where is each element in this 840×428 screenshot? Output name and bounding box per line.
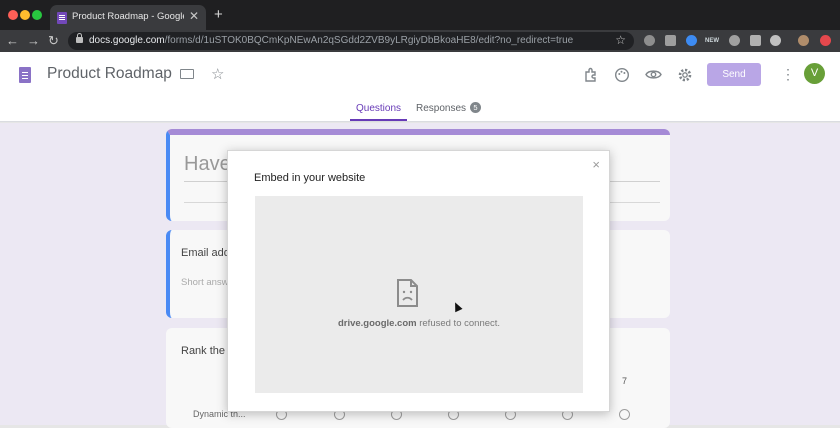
avatar[interactable]: V bbox=[804, 63, 825, 84]
mail-extension-icon[interactable] bbox=[665, 35, 676, 46]
minimize-window-button[interactable] bbox=[20, 10, 30, 20]
eye-icon[interactable] bbox=[645, 68, 662, 81]
error-host: drive.google.com bbox=[337, 318, 417, 329]
browser-tab[interactable]: Product Roadmap - Google Forms ✕ bbox=[50, 5, 206, 30]
record-extension-icon[interactable] bbox=[770, 35, 781, 46]
extension-icon[interactable] bbox=[729, 35, 740, 46]
tab-close-icon[interactable]: ✕ bbox=[189, 9, 199, 23]
error-text: refused to connect. bbox=[416, 318, 501, 329]
forms-header: Product Roadmap ☆ Send ⋮ V Questions Res… bbox=[0, 52, 840, 122]
gear-icon[interactable] bbox=[677, 67, 693, 83]
tab-questions[interactable]: Questions bbox=[356, 103, 401, 114]
new-tab-button[interactable]: + bbox=[214, 6, 223, 23]
puzzle-icon[interactable] bbox=[583, 67, 599, 83]
alert-extension-icon[interactable] bbox=[820, 35, 831, 46]
close-window-button[interactable] bbox=[8, 10, 18, 20]
url-text: docs.google.com/forms/d/1uSTOK0BQCmKpNEw… bbox=[89, 35, 573, 46]
more-options-icon[interactable]: ⋮ bbox=[781, 66, 795, 83]
scale-label-7: 7 bbox=[622, 376, 628, 386]
responses-count-badge: 5 bbox=[470, 102, 481, 113]
embed-dialog: × Embed in your website drive.google.com… bbox=[227, 150, 610, 412]
palette-icon[interactable] bbox=[614, 67, 630, 83]
browser-tab-bar: Product Roadmap - Google Forms ✕ + bbox=[0, 0, 840, 30]
folder-icon[interactable] bbox=[180, 69, 194, 79]
short-answer-placeholder: Short answ bbox=[181, 277, 229, 288]
forms-favicon-icon bbox=[57, 12, 67, 24]
active-tab-indicator bbox=[350, 119, 407, 121]
address-bar: ← → ↻ docs.google.com/forms/d/1uSTOK0BQC… bbox=[0, 30, 840, 52]
bookmark-star-icon[interactable]: ☆ bbox=[615, 33, 626, 47]
drive-extension-icon[interactable] bbox=[644, 35, 655, 46]
embed-preview-frame: drive.google.com refused to connect. bbox=[255, 196, 583, 393]
form-title[interactable]: Have bbox=[184, 153, 231, 176]
forms-logo-icon[interactable] bbox=[19, 67, 31, 83]
forward-button[interactable]: → bbox=[27, 33, 40, 48]
reload-button[interactable]: ↻ bbox=[48, 33, 59, 49]
url-input[interactable]: docs.google.com/forms/d/1uSTOK0BQCmKpNEw… bbox=[68, 32, 634, 50]
url-path: /forms/d/1uSTOK0BQCmKpNEwAn2qSGdd2ZVB9yL… bbox=[164, 35, 574, 46]
send-button[interactable]: Send bbox=[707, 63, 761, 86]
new-extension-badge[interactable]: NEW bbox=[705, 38, 719, 44]
dialog-title: Embed in your website bbox=[254, 172, 366, 184]
compass-extension-icon[interactable] bbox=[686, 35, 697, 46]
back-button[interactable]: ← bbox=[6, 33, 19, 48]
profile-avatar-icon[interactable] bbox=[798, 35, 809, 46]
tab-title: Product Roadmap - Google Forms bbox=[72, 11, 184, 22]
lock-icon bbox=[76, 33, 83, 43]
star-icon[interactable]: ☆ bbox=[211, 65, 224, 83]
close-icon[interactable]: × bbox=[592, 157, 600, 172]
chat-extension-icon[interactable] bbox=[750, 35, 761, 46]
sad-document-icon bbox=[397, 279, 418, 307]
maximize-window-button[interactable] bbox=[32, 10, 42, 20]
connection-error-message: drive.google.com refused to connect. bbox=[255, 318, 583, 329]
url-host: docs.google.com bbox=[89, 35, 165, 46]
grid-radio[interactable] bbox=[619, 409, 630, 420]
question-title: Email add bbox=[181, 247, 230, 259]
page-title[interactable]: Product Roadmap bbox=[47, 65, 172, 83]
question-title: Rank the bbox=[181, 345, 226, 357]
tab-responses[interactable]: Responses bbox=[416, 103, 466, 114]
